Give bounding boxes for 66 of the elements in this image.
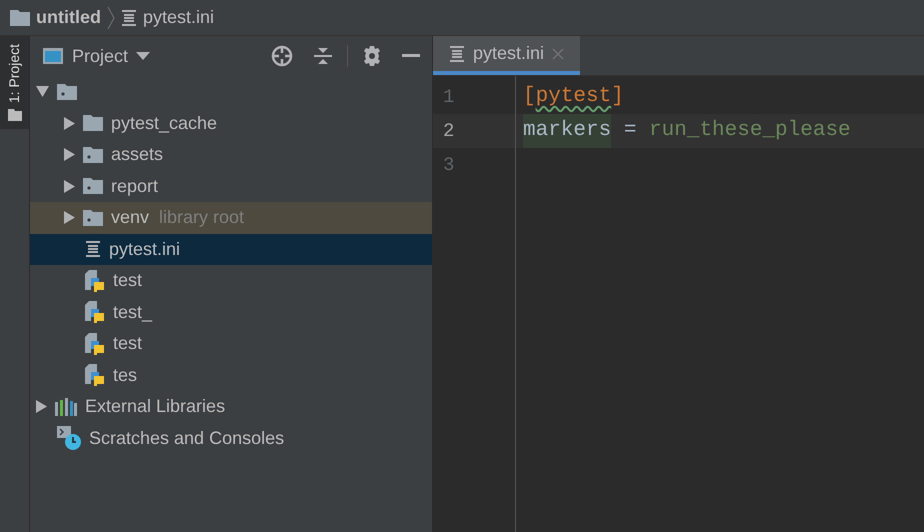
libraries-icon bbox=[55, 398, 77, 416]
file-name: External Libraries bbox=[85, 395, 226, 418]
tree-row[interactable]: assets bbox=[30, 139, 432, 170]
tree-row[interactable]: pytest_cache bbox=[30, 108, 432, 139]
folder-icon bbox=[10, 10, 30, 26]
python-file-icon bbox=[85, 301, 105, 324]
file-name: report bbox=[111, 174, 158, 198]
scratch-console-icon bbox=[57, 426, 81, 450]
tree-row[interactable]: test_ bbox=[30, 296, 432, 328]
folder-icon bbox=[57, 84, 77, 100]
file-name: pytest.ini bbox=[109, 238, 180, 261]
folder-icon bbox=[83, 115, 103, 132]
python-file-icon bbox=[85, 270, 105, 292]
file-name: test bbox=[113, 269, 142, 292]
locate-icon[interactable] bbox=[271, 45, 293, 67]
file-name: pytest_cache bbox=[111, 112, 218, 135]
expand-arrow-icon[interactable] bbox=[64, 180, 75, 193]
panel-title[interactable]: Project bbox=[72, 42, 128, 70]
tree-row[interactable]: test bbox=[30, 328, 432, 360]
dropdown-caret-icon[interactable] bbox=[136, 52, 150, 60]
breadcrumb-item[interactable]: pytest.ini bbox=[143, 4, 214, 31]
tree-row[interactable]: tes bbox=[30, 360, 432, 391]
folder-icon bbox=[8, 109, 22, 122]
expand-arrow-icon[interactable] bbox=[36, 400, 47, 414]
tree-row[interactable]: report bbox=[30, 170, 432, 202]
file-name: test_ bbox=[113, 300, 152, 324]
code-token: run_these_please bbox=[649, 118, 851, 144]
expand-arrow-icon[interactable] bbox=[64, 211, 75, 224]
library-root-label: library root bbox=[159, 206, 244, 230]
folder-icon bbox=[83, 146, 103, 163]
line-number: 1 bbox=[442, 84, 456, 110]
expand-arrow-icon[interactable] bbox=[64, 116, 75, 130]
editor-tab[interactable]: pytest.ini bbox=[433, 36, 580, 75]
code-token: [ bbox=[523, 84, 536, 110]
folder-icon bbox=[83, 210, 103, 226]
tree-row[interactable]: test bbox=[30, 265, 432, 296]
line-number: 2 bbox=[442, 118, 456, 144]
file-name: venv bbox=[111, 206, 150, 230]
side-tab[interactable]: 1: Project bbox=[0, 36, 29, 130]
breadcrumb-item[interactable]: untitled bbox=[36, 4, 101, 31]
minimize-icon[interactable] bbox=[402, 54, 420, 58]
text-lines-icon bbox=[85, 241, 101, 258]
collapse-all-icon[interactable] bbox=[313, 46, 333, 66]
python-file-icon bbox=[85, 332, 105, 355]
code-token: = bbox=[622, 118, 638, 144]
file-name: Scratches and Consoles bbox=[89, 426, 284, 450]
settings-icon[interactable] bbox=[362, 46, 382, 66]
file-name: tes bbox=[113, 364, 138, 387]
chevron-icon bbox=[107, 6, 115, 30]
python-file-icon bbox=[85, 364, 105, 386]
tree-row[interactable]: External Libraries bbox=[30, 391, 432, 422]
tree-row[interactable]: Scratches and Consoles bbox=[30, 422, 432, 454]
tree-row[interactable]: pytest.ini bbox=[30, 234, 432, 265]
tree-row[interactable]: venv library root bbox=[30, 202, 432, 234]
code-token: markers bbox=[523, 114, 612, 148]
file-name: test bbox=[113, 332, 142, 356]
code-token: ] bbox=[611, 84, 624, 110]
text-lines-icon bbox=[121, 10, 137, 26]
expand-arrow-icon[interactable] bbox=[36, 86, 49, 98]
line-number: 3 bbox=[442, 152, 456, 178]
code-token: pytest bbox=[536, 84, 612, 110]
text-lines-icon bbox=[449, 46, 465, 62]
folder-icon bbox=[83, 178, 103, 194]
project-view-icon bbox=[42, 47, 64, 65]
file-name: assets bbox=[111, 143, 164, 166]
expand-arrow-icon[interactable] bbox=[64, 148, 75, 162]
